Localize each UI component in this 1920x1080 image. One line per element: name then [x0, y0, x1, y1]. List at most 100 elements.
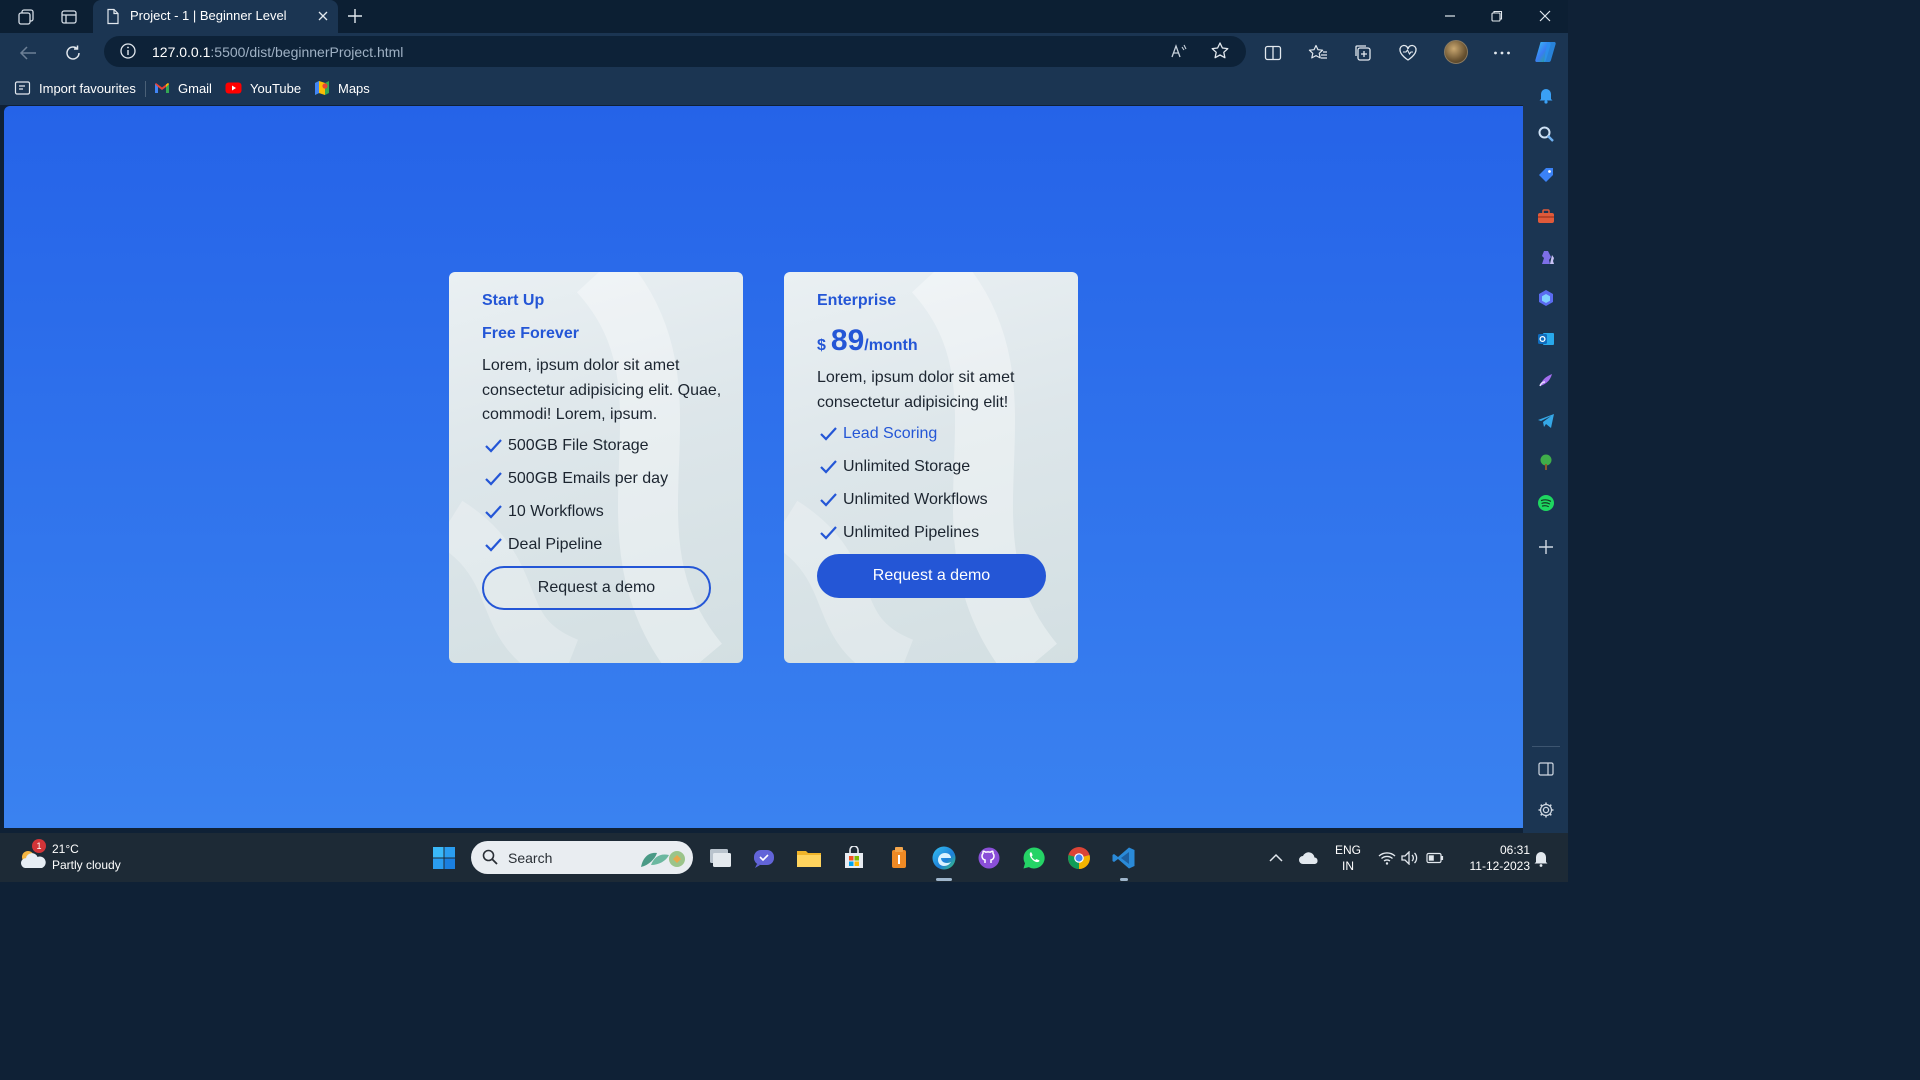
checkmark-icon [820, 493, 837, 507]
fav-separator [145, 81, 146, 97]
minimize-icon[interactable] [1432, 2, 1468, 30]
active-app-indicator [936, 878, 952, 881]
shopping-tag-icon[interactable] [1535, 164, 1557, 186]
taskbar-search[interactable]: Search [471, 841, 693, 874]
pricing-card-enterprise: Enterprise $ 89 /month Lorem, ipsum dolo… [784, 272, 1078, 663]
favourites-bar: Import favourites Gmail YouTube Maps [0, 71, 1568, 105]
import-favourites-link[interactable]: Import favourites [14, 79, 136, 97]
tab-bar: Project - 1 | Beginner Level [0, 0, 1568, 33]
site-info-icon[interactable] [119, 42, 137, 65]
onedrive-cloud-icon[interactable] [1294, 843, 1324, 873]
language-code: ENG [1334, 843, 1361, 857]
microsoft-store-icon[interactable] [839, 843, 869, 873]
youtube-link[interactable]: YouTube [225, 79, 301, 97]
search-icon[interactable] [1535, 123, 1557, 145]
split-screen-icon[interactable] [1260, 40, 1286, 66]
settings-gear-icon[interactable] [1535, 799, 1557, 821]
teams-chat-icon[interactable] [749, 843, 779, 873]
input-language-indicator[interactable]: ENG IN [1333, 842, 1363, 874]
weather-temp: 21°C [52, 842, 79, 856]
tree-icon[interactable] [1535, 451, 1557, 473]
feature-item: 500GB File Storage [484, 437, 649, 455]
file-explorer-icon[interactable] [794, 843, 824, 873]
whatsapp-icon[interactable] [1019, 843, 1049, 873]
restore-icon[interactable] [1479, 2, 1515, 30]
maps-icon [315, 81, 329, 95]
back-icon[interactable] [15, 40, 41, 66]
new-tab-icon[interactable] [344, 5, 366, 27]
browser-toolbar: 127.0.0.1:5500/dist/beginnerProject.html [0, 33, 1568, 71]
address-bar[interactable]: 127.0.0.1:5500/dist/beginnerProject.html [104, 36, 1246, 67]
search-icon [482, 849, 498, 865]
spotify-icon[interactable] [1535, 492, 1557, 514]
clock[interactable]: 06:31 11-12-2023 [1454, 842, 1531, 874]
search-placeholder: Search [508, 850, 553, 866]
tab-title: Project - 1 | Beginner Level [130, 8, 287, 23]
checkmark-icon [485, 439, 502, 453]
vscode-icon[interactable] [1109, 843, 1139, 873]
fav-label-maps: Maps [338, 80, 370, 96]
weather-widget[interactable]: 1 21°C Partly cloudy [18, 839, 158, 876]
close-tab-icon[interactable] [313, 6, 333, 26]
running-app-indicator [1120, 878, 1128, 881]
github-desktop-icon[interactable] [974, 843, 1004, 873]
checkmark-icon [820, 427, 837, 441]
close-window-icon[interactable] [1527, 2, 1563, 30]
collections-icon[interactable] [1350, 40, 1376, 66]
notifications-bell-icon[interactable] [1526, 843, 1556, 873]
favorite-star-icon[interactable] [1210, 41, 1230, 66]
tab-actions-icon[interactable] [58, 6, 80, 28]
edge-browser-icon[interactable] [929, 843, 959, 873]
refresh-icon[interactable] [60, 40, 86, 66]
url-text[interactable]: 127.0.0.1:5500/dist/beginnerProject.html [152, 44, 403, 60]
notification-bell-icon[interactable] [1535, 84, 1557, 106]
checkmark-icon [820, 460, 837, 474]
plan-subtitle: Free Forever [482, 325, 579, 342]
feature-label: 10 Workflows [508, 503, 604, 520]
page-viewport: Start Up Free Forever Lorem, ipsum dolor… [4, 106, 1523, 828]
copilot-icon[interactable] [1533, 39, 1559, 65]
microsoft-365-icon[interactable] [1535, 287, 1557, 309]
price-amount: 89 [830, 324, 865, 357]
designer-icon[interactable] [1535, 369, 1557, 391]
edge-sidebar [1523, 71, 1568, 833]
more-options-icon[interactable] [1489, 40, 1515, 66]
browser-essentials-icon[interactable] [1395, 40, 1421, 66]
windows-start-icon[interactable] [429, 843, 459, 873]
region-code: IN [1342, 859, 1354, 873]
outlook-icon[interactable] [1535, 328, 1557, 350]
pricing-card-startup: Start Up Free Forever Lorem, ipsum dolor… [449, 272, 743, 663]
fav-label-gmail: Gmail [178, 80, 212, 96]
feature-item: 10 Workflows [484, 503, 604, 521]
import-icon [14, 81, 31, 95]
hide-sidebar-icon[interactable] [1535, 758, 1557, 780]
office-app-icon[interactable] [884, 843, 914, 873]
add-icon[interactable] [1535, 536, 1557, 558]
tools-icon[interactable] [1535, 205, 1557, 227]
request-demo-button-enterprise[interactable]: Request a demo [817, 554, 1046, 598]
telegram-icon[interactable] [1535, 410, 1557, 432]
request-demo-button-startup[interactable]: Request a demo [482, 566, 711, 610]
favorites-icon[interactable] [1305, 40, 1331, 66]
workspaces-icon[interactable] [15, 6, 37, 28]
battery-icon[interactable] [1420, 843, 1450, 873]
plan-title: Enterprise [817, 292, 897, 309]
feature-item: Lead Scoring [819, 425, 937, 443]
maps-link[interactable]: Maps [314, 79, 370, 97]
fav-label-youtube: YouTube [250, 80, 302, 96]
feature-item: Deal Pipeline [484, 536, 602, 554]
tab-active[interactable]: Project - 1 | Beginner Level [93, 0, 338, 33]
search-highlight-icon [641, 851, 685, 867]
gmail-icon [155, 83, 169, 93]
windows-taskbar: 1 21°C Partly cloudy Search ENG IN 06:31… [0, 833, 1568, 882]
chrome-icon[interactable] [1064, 843, 1094, 873]
gmail-link[interactable]: Gmail [154, 79, 212, 97]
task-view-icon[interactable] [704, 843, 734, 873]
price-currency: $ [817, 337, 826, 354]
feature-label: Lead Scoring [843, 425, 938, 442]
games-icon[interactable] [1535, 246, 1557, 268]
show-hidden-icons-chevron[interactable] [1261, 843, 1291, 873]
read-aloud-icon[interactable] [1170, 42, 1188, 65]
feature-label: Unlimited Storage [843, 458, 971, 475]
profile-avatar[interactable] [1444, 40, 1468, 64]
